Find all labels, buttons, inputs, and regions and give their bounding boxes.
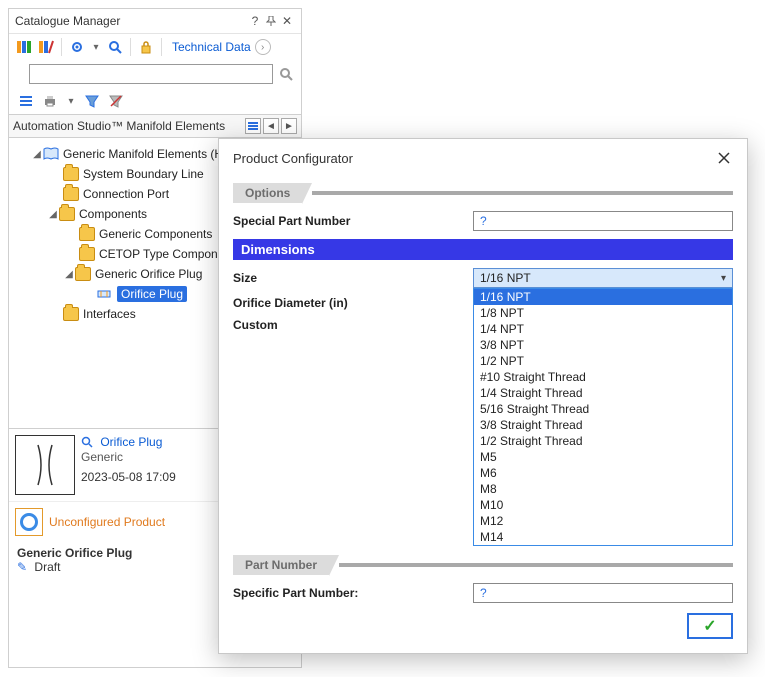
special-part-label: Special Part Number <box>233 214 473 228</box>
search-icon[interactable] <box>106 38 124 56</box>
search-go-icon[interactable] <box>277 65 295 83</box>
size-selected-value: 1/16 NPT <box>480 271 531 285</box>
toolbar-secondary: ▾ <box>9 88 301 114</box>
folder-icon <box>63 167 79 181</box>
dialog-title: Product Configurator <box>233 151 353 166</box>
close-icon[interactable] <box>715 149 733 167</box>
size-option[interactable]: 1/4 NPT <box>474 321 732 337</box>
expand-toggle-icon[interactable]: ◢ <box>63 269 75 280</box>
special-part-input[interactable] <box>473 211 733 231</box>
orifice-label: Orifice Diameter (in) <box>233 296 473 310</box>
size-option[interactable]: #10 Straight Thread <box>474 369 732 385</box>
size-option[interactable]: 1/8 NPT <box>474 305 732 321</box>
ok-button[interactable]: ✓ <box>687 613 733 639</box>
size-option[interactable]: 1/2 NPT <box>474 353 732 369</box>
checkmark-icon: ✓ <box>703 616 716 636</box>
folder-icon <box>63 187 79 201</box>
product-state: Draft <box>34 560 60 574</box>
size-option[interactable]: M14 <box>474 529 732 545</box>
nav-prev-icon[interactable]: ◄ <box>263 118 279 134</box>
size-row: Size 1/16 NPT ▾ 1/16 NPT1/8 NPT1/4 NPT3/… <box>233 268 733 288</box>
size-label: Size <box>233 271 473 285</box>
options-tab-label: Options <box>233 183 302 203</box>
print-dropdown-arrow[interactable]: ▾ <box>65 96 77 107</box>
status-label: Unconfigured Product <box>49 515 165 529</box>
filter-clear-icon[interactable] <box>107 92 125 110</box>
nav-next-icon[interactable]: ► <box>281 118 297 134</box>
folder-icon <box>63 307 79 321</box>
size-option[interactable]: M10 <box>474 497 732 513</box>
size-option[interactable]: M6 <box>474 465 732 481</box>
pin-icon[interactable] <box>263 13 279 29</box>
component-icon <box>95 285 113 303</box>
specific-part-label: Specific Part Number: <box>233 586 473 600</box>
specific-part-input[interactable] <box>473 583 733 603</box>
folder-icon <box>79 247 95 261</box>
library-icon-2[interactable] <box>37 38 55 56</box>
folder-icon <box>79 227 95 241</box>
folder-icon <box>59 207 75 221</box>
dialog-titlebar: Product Configurator <box>219 139 747 177</box>
magnifier-icon[interactable] <box>81 436 95 450</box>
library-name: Automation Studio™ Manifold Elements <box>13 119 243 133</box>
chevron-down-icon: ▾ <box>721 273 726 284</box>
tree-item-label-selected: Orifice Plug <box>117 286 187 302</box>
size-option[interactable]: 1/2 Straight Thread <box>474 433 732 449</box>
dimensions-header: Dimensions <box>233 239 733 260</box>
specific-part-row: Specific Part Number: <box>233 583 733 603</box>
list-view-icon[interactable] <box>17 92 35 110</box>
expand-toggle-icon[interactable]: ◢ <box>47 209 59 220</box>
close-panel-icon[interactable]: ✕ <box>279 13 295 29</box>
size-option[interactable]: 1/16 NPT <box>474 289 732 305</box>
filter-icon[interactable] <box>83 92 101 110</box>
expand-toggle-icon[interactable]: ◢ <box>31 149 43 160</box>
search-input[interactable] <box>29 64 273 84</box>
settings-gear-icon[interactable] <box>68 38 86 56</box>
size-combobox[interactable]: 1/16 NPT ▾ <box>473 268 733 288</box>
technical-data-link[interactable]: Technical Data <box>172 40 251 54</box>
print-icon[interactable] <box>41 92 59 110</box>
partnumber-section-header: Part Number <box>233 555 733 575</box>
size-option[interactable]: M8 <box>474 481 732 497</box>
preview-date: 2023-05-08 17:09 <box>81 470 176 484</box>
search-row <box>9 60 301 88</box>
dialog-body: Options Special Part Number Dimensions S… <box>219 177 747 653</box>
special-part-row: Special Part Number <box>233 211 733 231</box>
partnumber-tab-label: Part Number <box>233 555 329 575</box>
size-combo[interactable]: 1/16 NPT ▾ 1/16 NPT1/8 NPT1/4 NPT3/8 NPT… <box>473 268 733 288</box>
preview-thumbnail <box>15 435 75 495</box>
custom-label: Custom <box>233 318 473 332</box>
lock-icon[interactable] <box>137 38 155 56</box>
settings-dropdown-arrow[interactable]: ▾ <box>90 42 102 53</box>
view-mode-icon[interactable] <box>245 118 261 134</box>
size-option[interactable]: 5/16 Straight Thread <box>474 401 732 417</box>
pencil-icon: ✎ <box>17 560 27 574</box>
size-option[interactable]: M5 <box>474 449 732 465</box>
help-icon[interactable]: ? <box>247 13 263 29</box>
product-configurator-dialog: Product Configurator Options Special Par… <box>218 138 748 654</box>
library-header: Automation Studio™ Manifold Elements ◄ ► <box>9 114 301 138</box>
panel-titlebar: Catalogue Manager ? ✕ <box>9 9 301 33</box>
book-icon <box>43 147 59 161</box>
config-gear-icon[interactable] <box>15 508 43 536</box>
toolbar-main: ▾ Technical Data › <box>9 33 301 60</box>
size-option[interactable]: 3/8 Straight Thread <box>474 417 732 433</box>
size-dropdown[interactable]: 1/16 NPT1/8 NPT1/4 NPT3/8 NPT1/2 NPT#10 … <box>473 288 733 546</box>
technical-data-arrow-icon[interactable]: › <box>255 39 271 55</box>
folder-icon <box>75 267 91 281</box>
size-option[interactable]: M12 <box>474 513 732 529</box>
panel-title: Catalogue Manager <box>15 14 120 28</box>
library-icon-1[interactable] <box>15 38 33 56</box>
preview-name: Orifice Plug <box>100 435 162 449</box>
size-option[interactable]: 1/4 Straight Thread <box>474 385 732 401</box>
options-section-header: Options <box>233 183 733 203</box>
size-option[interactable]: 3/8 NPT <box>474 337 732 353</box>
preview-meta: Orifice Plug Generic 2023-05-08 17:09 <box>81 435 176 495</box>
preview-generic: Generic <box>81 450 176 464</box>
